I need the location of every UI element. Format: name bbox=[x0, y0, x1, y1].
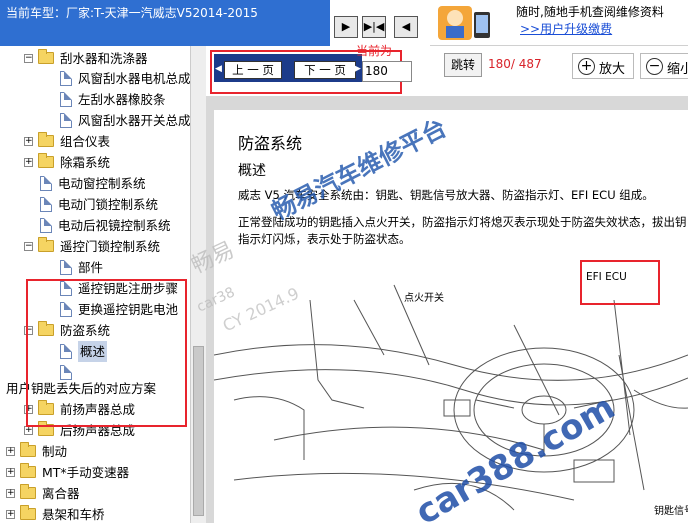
tree-node-label: 风窗刮水器开关总成 bbox=[78, 113, 191, 128]
current-page-label: 当前为 bbox=[356, 44, 393, 58]
doc-paragraph-3: 指示灯闪烁，表示处于防盗状态。 bbox=[238, 232, 411, 246]
tree-node[interactable]: 电动后视镜控制系统 bbox=[0, 215, 190, 236]
tree-scrollbar-thumb[interactable] bbox=[193, 346, 204, 516]
document-page-icon bbox=[60, 71, 72, 86]
pager-bar: ◀ 上 一 页 下 一 页 ▶ bbox=[214, 54, 362, 82]
document-page: 防盗系统 概述 威志 V5 汽车安全系统由：钥匙、钥匙信号放大器、防盗指示灯、E… bbox=[214, 110, 688, 523]
collapse-icon[interactable]: − bbox=[24, 242, 33, 251]
tree-node-label: 遥控门锁控制系统 bbox=[60, 239, 161, 254]
nav-first-button[interactable]: ▶ bbox=[334, 16, 358, 38]
ecu-highlight-box bbox=[580, 260, 660, 305]
zoom-out-button[interactable]: − 缩小 bbox=[640, 53, 688, 79]
catalog-tree[interactable]: − 刮水器和洗涤器风窗刮水器电机总成 左刮水器橡胶条风窗刮水器开关总成 + 组合仪表 + 除… bbox=[0, 46, 206, 523]
document-page-icon bbox=[40, 197, 52, 212]
vehicle-name: 厂家:T-天津一汽威志V52014-2015 bbox=[66, 6, 258, 20]
expand-icon[interactable]: + bbox=[24, 426, 33, 435]
folder-icon bbox=[20, 463, 36, 478]
tree-node-label: 电动窗控制系统 bbox=[58, 176, 146, 191]
upgrade-link[interactable]: >>用户升级缴费 bbox=[520, 20, 612, 37]
ad-headline: 随时,随地手机查阅维修资料 bbox=[516, 5, 664, 19]
vehicle-info: 当前车型：厂家:T-天津一汽威志V52014-2015 bbox=[0, 0, 330, 46]
tree-node[interactable]: − 遥控门锁控制系统 bbox=[0, 236, 190, 257]
tree-node[interactable]: + 离合器 bbox=[0, 483, 190, 504]
prev-arrow-icon: ◀ bbox=[215, 64, 222, 74]
next-page-button[interactable]: 下 一 页 bbox=[294, 61, 356, 79]
doc-title: 防盗系统 bbox=[238, 134, 303, 153]
zoom-in-icon: + bbox=[578, 58, 595, 75]
collapse-icon[interactable]: − bbox=[24, 54, 33, 63]
tree-node-label: 左刮水器橡胶条 bbox=[78, 92, 166, 107]
folder-icon bbox=[20, 484, 36, 499]
jump-button[interactable]: 跳转 bbox=[444, 53, 482, 77]
document-page-icon bbox=[60, 113, 72, 128]
tree-node[interactable]: 电动窗控制系统 bbox=[0, 173, 190, 194]
top-bar: 当前车型：厂家:T-天津一汽威志V52014-2015 ▶ ▶|◀ ◀ 随时,随… bbox=[0, 0, 688, 46]
document-page-icon bbox=[60, 260, 72, 275]
tree-node[interactable]: 部件 bbox=[0, 257, 190, 278]
expand-icon[interactable]: + bbox=[24, 137, 33, 146]
expand-icon[interactable]: + bbox=[6, 468, 15, 477]
expand-icon[interactable]: + bbox=[6, 447, 15, 456]
expand-icon[interactable]: + bbox=[6, 489, 15, 498]
key-signal-label: 钥匙信号 bbox=[654, 506, 688, 517]
tree-node-label: 部件 bbox=[78, 260, 104, 275]
folder-icon bbox=[38, 153, 54, 168]
tree-node-label: 离合器 bbox=[42, 486, 80, 501]
nav-last-button[interactable]: ◀ bbox=[394, 16, 418, 38]
tree-node-label: 悬架和车桥 bbox=[42, 507, 105, 522]
tree-node-label: 刮水器和洗涤器 bbox=[60, 51, 148, 66]
mechanic-mascot-icon bbox=[438, 6, 490, 40]
expand-icon[interactable]: + bbox=[6, 510, 15, 519]
tree-node-label: 风窗刮水器电机总成 bbox=[78, 71, 191, 86]
tree-node-label: 制动 bbox=[42, 444, 68, 459]
zoom-in-button[interactable]: + 放大 bbox=[572, 53, 634, 79]
tree-node[interactable]: + MT*手动变速器 bbox=[0, 462, 190, 483]
tree-node[interactable]: + 制动 bbox=[0, 441, 190, 462]
tree-node-label: MT*手动变速器 bbox=[42, 465, 130, 480]
zoom-in-label: 放大 bbox=[599, 62, 626, 77]
folder-icon bbox=[38, 132, 54, 147]
prev-page-button[interactable]: 上 一 页 bbox=[224, 61, 282, 79]
tree-node[interactable]: 左刮水器橡胶条 bbox=[0, 89, 190, 110]
ad-banner[interactable]: 随时,随地手机查阅维修资料 >>用户升级缴费 bbox=[430, 0, 688, 46]
tree-node[interactable]: + 除霜系统 bbox=[0, 152, 190, 173]
doc-subtitle: 概述 bbox=[238, 163, 266, 179]
tree-node[interactable]: + 组合仪表 bbox=[0, 131, 190, 152]
tree-highlight-box bbox=[26, 279, 187, 427]
doc-paragraph-2: 正常登陆成功的钥匙插入点火开关，防盗指示灯将熄灭表示现处于防盗失效状态，拔出钥 bbox=[238, 215, 687, 229]
ignition-switch-label: 点火开关 bbox=[404, 293, 444, 304]
zoom-out-icon: − bbox=[646, 58, 663, 75]
tree-node[interactable]: 风窗刮水器开关总成 bbox=[0, 110, 191, 131]
tree-node-label: 电动门锁控制系统 bbox=[58, 197, 159, 212]
doc-paragraph-1: 威志 V5 汽车安全系统由：钥匙、钥匙信号放大器、防盗指示灯、EFI ECU 组… bbox=[238, 188, 654, 202]
document-page-icon bbox=[40, 176, 52, 191]
folder-icon bbox=[38, 49, 54, 64]
page-count: 180/ 487 bbox=[488, 57, 542, 71]
page-number-input[interactable]: 180 bbox=[362, 61, 412, 82]
next-arrow-icon: ▶ bbox=[354, 64, 361, 74]
zoom-out-label: 缩小 bbox=[667, 62, 688, 77]
document-page-icon bbox=[40, 218, 52, 233]
nav-split-button[interactable]: ▶|◀ bbox=[362, 16, 386, 38]
tree-node-label: 组合仪表 bbox=[60, 134, 111, 149]
tree-node[interactable]: 电动门锁控制系统 bbox=[0, 194, 190, 215]
tree-node[interactable]: + 悬架和车桥 bbox=[0, 504, 190, 523]
tree-node-label: 除霜系统 bbox=[60, 155, 111, 170]
document-viewer[interactable]: 防盗系统 概述 威志 V5 汽车安全系统由：钥匙、钥匙信号放大器、防盗指示灯、E… bbox=[206, 96, 688, 523]
expand-icon[interactable]: + bbox=[24, 158, 33, 167]
tree-node[interactable]: 风窗刮水器电机总成 bbox=[0, 68, 191, 89]
tree-node[interactable]: − 刮水器和洗涤器 bbox=[0, 48, 190, 69]
folder-icon bbox=[20, 442, 36, 457]
folder-icon bbox=[38, 237, 54, 252]
tree-node-label: 电动后视镜控制系统 bbox=[58, 218, 171, 233]
vehicle-prefix: 当前车型： bbox=[6, 6, 67, 20]
folder-icon bbox=[20, 505, 36, 520]
tree-scrollbar[interactable] bbox=[190, 46, 206, 523]
document-page-icon bbox=[60, 92, 72, 107]
